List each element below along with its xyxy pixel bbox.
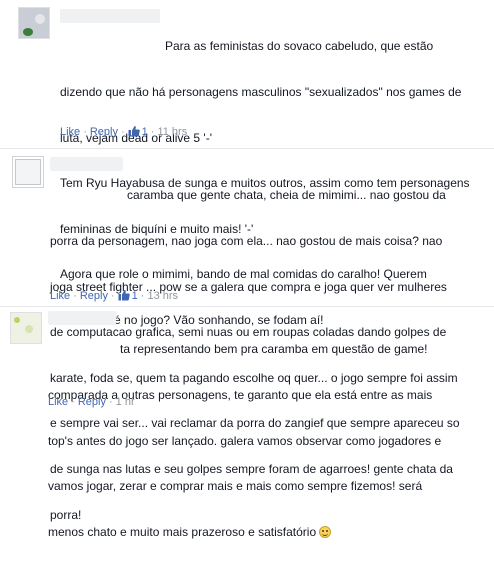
comment-2: caramba que gente chata, cheia de mimimi…	[0, 149, 494, 522]
reply-button[interactable]: Reply	[80, 290, 108, 302]
avatar[interactable]	[18, 7, 50, 39]
thumbs-up-icon	[128, 126, 140, 137]
like-button[interactable]: Like	[60, 126, 80, 138]
comment-text: ta representando bem pra caramba em ques…	[48, 342, 442, 539]
reply-button[interactable]: Reply	[90, 126, 118, 138]
timestamp[interactable]: 11 hrs	[157, 126, 187, 138]
avatar[interactable]	[10, 312, 42, 344]
timestamp[interactable]: 1 hr	[116, 396, 135, 408]
like-count[interactable]: 1	[118, 290, 138, 302]
reply-button[interactable]: Reply	[78, 396, 106, 408]
like-button[interactable]: Like	[48, 396, 68, 408]
like-count[interactable]: 1	[128, 126, 148, 138]
like-button[interactable]: Like	[50, 290, 70, 302]
comment-1: Para as feministas do sovaco cabeludo, q…	[0, 0, 494, 327]
avatar[interactable]	[12, 156, 44, 188]
thumbs-up-icon	[118, 290, 130, 301]
comment-3: ta representando bem pra caramba em ques…	[0, 307, 494, 539]
comment-actions: Like · Reply · 1 · 13 hrs	[50, 290, 179, 302]
timestamp[interactable]: 13 hrs	[147, 290, 178, 302]
smile-emoji-icon	[319, 525, 332, 538]
comment-actions: Like · Reply · 1 · 11 hrs	[60, 126, 188, 138]
comment-actions: Like · Reply · 1 hr	[48, 396, 135, 408]
